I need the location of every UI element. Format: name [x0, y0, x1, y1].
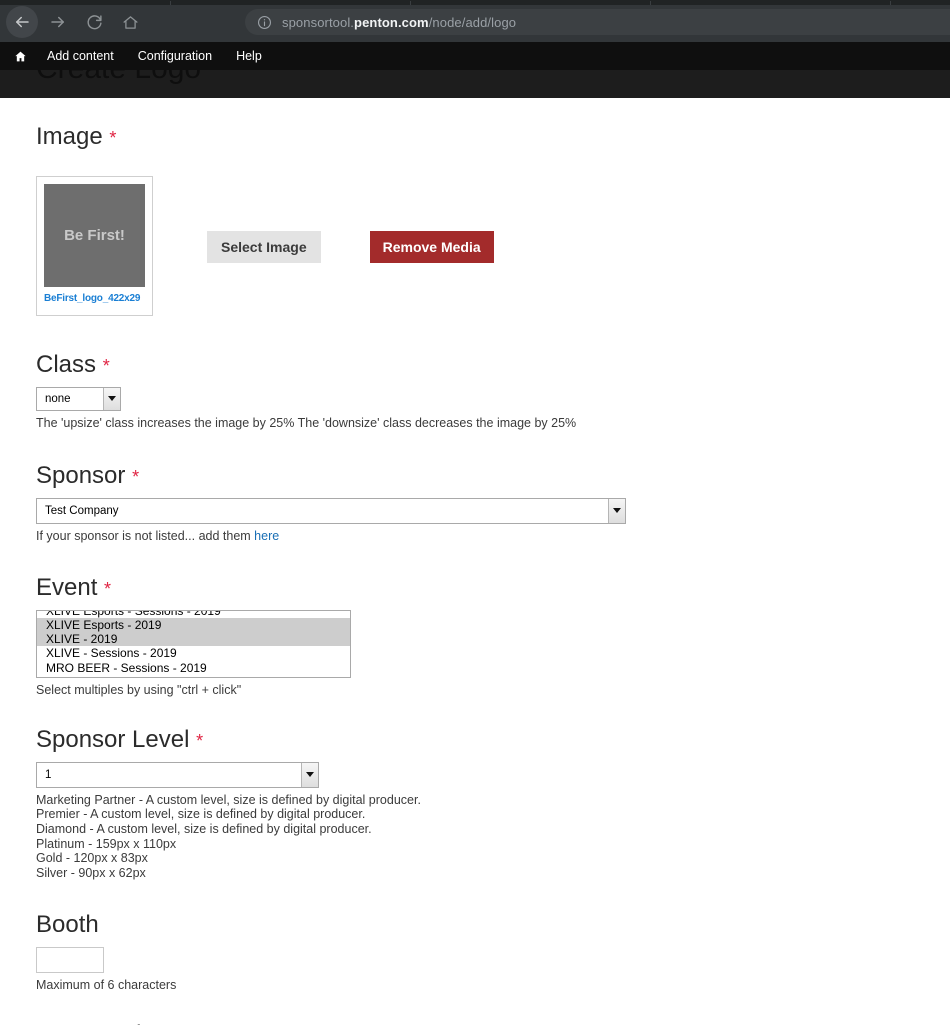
field-event-label: Event *	[36, 575, 950, 601]
url-path: /node/add/logo	[428, 14, 517, 30]
sponsor-level-description-line: Gold - 120px x 83px	[36, 851, 148, 866]
arrow-left-icon	[13, 13, 31, 31]
field-sponsor-level-required-marker: *	[196, 731, 204, 752]
page-title-strip: Create Logo	[0, 70, 950, 98]
browser-chrome: sponsortool.penton.com/node/add/logo	[0, 0, 950, 42]
browser-nav-buttons	[0, 1, 150, 43]
field-sponsor-required-marker: *	[132, 467, 140, 488]
field-sponsor: Sponsor * Test Company If your sponsor i…	[36, 463, 950, 543]
form-body: Image * Be First! BeFirst_logo_422x29 Se…	[0, 98, 950, 1025]
field-booth-label: Booth	[36, 912, 950, 938]
image-filename-link[interactable]: BeFirst_logo_422x29	[44, 293, 145, 304]
event-option[interactable]: XLIVE Esports - 2019	[37, 617, 350, 633]
field-sponsor-level-label: Sponsor Level *	[36, 727, 950, 753]
field-booth-description: Maximum of 6 characters	[36, 977, 177, 992]
address-bar-text: sponsortool.penton.com/node/add/logo	[282, 15, 516, 30]
field-image-label: Image *	[36, 123, 950, 150]
home-icon	[122, 14, 139, 31]
arrow-right-icon	[49, 13, 67, 31]
back-button[interactable]	[6, 6, 38, 38]
reload-button[interactable]	[78, 6, 110, 38]
sponsor-select[interactable]: Test Company	[36, 497, 626, 524]
admin-menu-item-add-content[interactable]: Add content	[47, 49, 114, 63]
sponsor-level-description-line: Platinum - 159px x 110px	[36, 836, 177, 851]
image-thumbnail-box[interactable]: Be First! BeFirst_logo_422x29	[36, 176, 153, 317]
sponsor-level-description-line: Marketing Partner - A custom level, size…	[36, 792, 421, 807]
field-opportunity-label-text: Opportunity	[36, 1021, 160, 1025]
chevron-down-icon[interactable]	[301, 762, 318, 787]
field-sponsor-level-label-text: Sponsor Level	[36, 726, 190, 754]
url-prefix: sponsortool.	[282, 14, 355, 30]
field-class-description: The 'upsize' class increases the image b…	[36, 415, 577, 430]
field-class: Class * none The 'upsize' class increase…	[36, 352, 950, 430]
url-domain: penton.com	[354, 14, 429, 30]
admin-menu-item-configuration[interactable]: Configuration	[138, 49, 212, 63]
admin-home-icon[interactable]	[14, 50, 27, 63]
select-image-button[interactable]: Select Image	[207, 231, 321, 264]
class-select[interactable]: none	[36, 386, 121, 411]
field-booth-label-text: Booth	[36, 911, 99, 939]
image-upload-row: Be First! BeFirst_logo_422x29 Select Ima…	[36, 176, 950, 317]
home-button[interactable]	[114, 6, 146, 38]
field-event-description: Select multiples by using "ctrl + click"	[36, 682, 242, 697]
field-event-label-text: Event	[36, 574, 98, 602]
booth-input[interactable]	[36, 946, 104, 973]
field-class-label-text: Class	[36, 351, 97, 379]
sponsor-level-select[interactable]: 1	[36, 761, 319, 788]
page-title-overlay	[0, 70, 950, 98]
remove-media-button[interactable]: Remove Media	[369, 231, 494, 264]
forward-button[interactable]	[42, 6, 74, 38]
event-listbox[interactable]: XLIVE Esports - Sessions - 2019 XLIVE Es…	[36, 609, 351, 678]
field-sponsor-description: If your sponsor is not listed... add the…	[36, 529, 950, 544]
field-image-required-marker: *	[109, 128, 117, 148]
event-option[interactable]: MRO BEER - Sessions - 2019	[37, 661, 350, 675]
sponsor-level-description-line: Silver - 90px x 62px	[36, 865, 146, 880]
field-event: Event * XLIVE Esports - Sessions - 2019 …	[36, 575, 950, 697]
event-option[interactable]: XLIVE - 2019	[37, 632, 350, 647]
event-listbox-inner: XLIVE Esports - Sessions - 2019 XLIVE Es…	[37, 611, 350, 675]
sponsor-select-value: Test Company	[45, 504, 119, 517]
field-image: Image * Be First! BeFirst_logo_422x29 Se…	[36, 98, 950, 317]
field-image-label-text: Image	[36, 123, 103, 150]
field-sponsor-description-text: If your sponsor is not listed... add the…	[36, 528, 255, 543]
event-option[interactable]: XLIVE Esports - Sessions - 2019	[37, 611, 350, 618]
admin-toolbar: Add content Configuration Help	[0, 42, 950, 70]
field-sponsor-label: Sponsor *	[36, 463, 950, 489]
class-select-value: none	[45, 392, 71, 405]
sponsor-level-description-line: Premier - A custom level, size is define…	[36, 807, 366, 822]
address-bar[interactable]: sponsortool.penton.com/node/add/logo	[245, 9, 950, 35]
image-thumbnail: Be First!	[44, 184, 145, 288]
add-sponsor-link[interactable]: here	[254, 529, 279, 543]
sponsor-level-select-value: 1	[45, 768, 52, 781]
field-class-required-marker: *	[102, 356, 110, 377]
event-option[interactable]: XLIVE - Sessions - 2019	[37, 646, 350, 660]
chevron-down-icon[interactable]	[608, 498, 625, 523]
field-booth: Booth Maximum of 6 characters	[36, 912, 950, 992]
field-sponsor-level: Sponsor Level * 1 Marketing Partner - A …	[36, 727, 950, 880]
sponsor-level-description-line: Diamond - A custom level, size is define…	[36, 821, 372, 836]
field-sponsor-level-description: Marketing Partner - A custom level, size…	[36, 793, 950, 881]
field-sponsor-label-text: Sponsor	[36, 462, 126, 490]
chevron-down-icon[interactable]	[103, 387, 120, 410]
reload-icon	[86, 14, 103, 31]
admin-menu-item-help[interactable]: Help	[236, 49, 262, 63]
field-event-required-marker: *	[104, 579, 112, 600]
field-class-label: Class *	[36, 352, 950, 378]
info-circle-icon[interactable]	[257, 15, 272, 30]
image-thumbnail-text: Be First!	[64, 227, 125, 245]
